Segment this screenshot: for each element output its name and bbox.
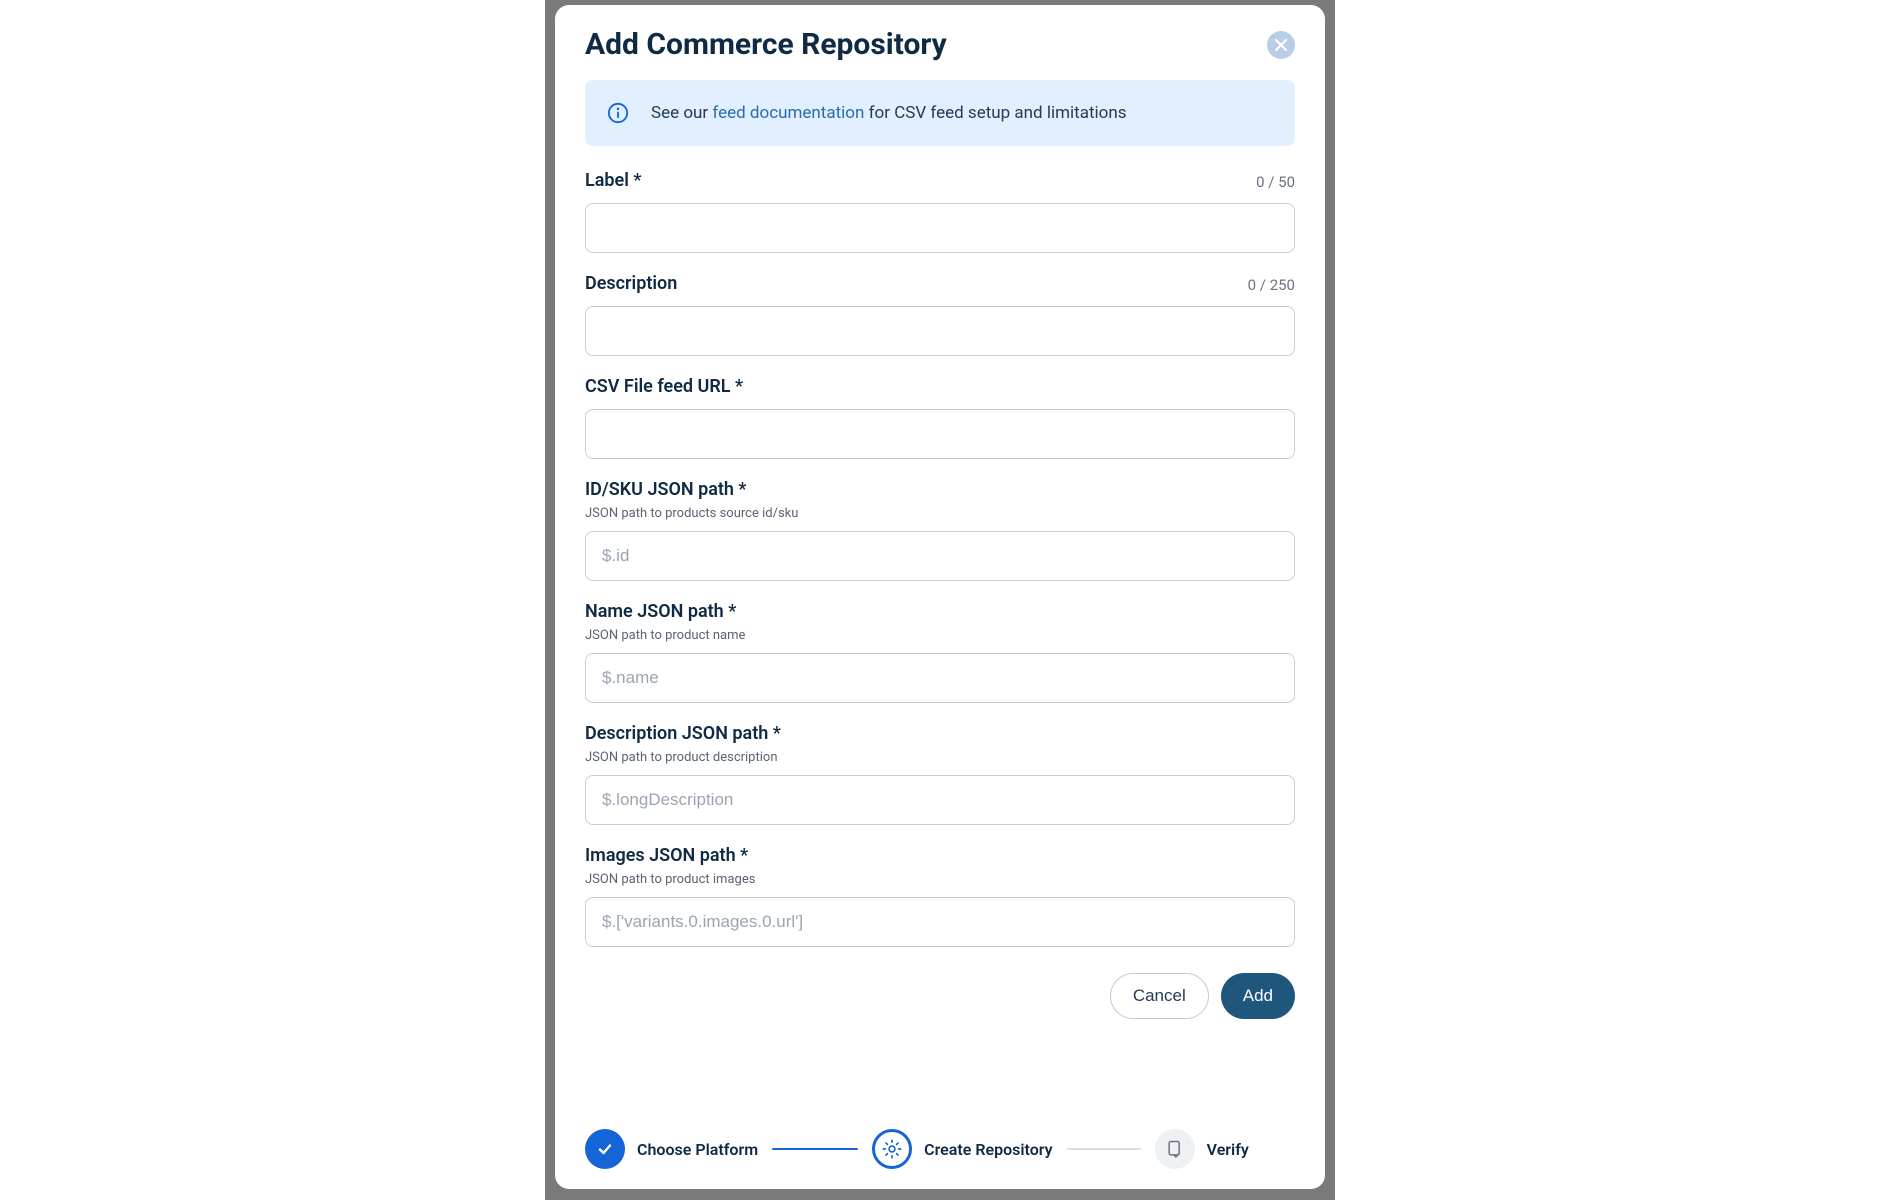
images-field-help: JSON path to product images	[585, 872, 1295, 887]
step-connector-1	[772, 1148, 858, 1150]
label-field-counter: 0 / 50	[1256, 173, 1295, 191]
info-text-prefix: See our	[651, 103, 712, 123]
cancel-button[interactable]: Cancel	[1110, 973, 1209, 1019]
id-sku-field-label: ID/SKU JSON path *	[585, 479, 747, 500]
name-field-help: JSON path to product name	[585, 628, 1295, 643]
id-sku-field-help: JSON path to products source id/sku	[585, 506, 1295, 521]
description-field-label: Description	[585, 273, 677, 294]
csv-url-input[interactable]	[585, 409, 1295, 459]
description-input[interactable]	[585, 306, 1295, 356]
field-csv-url: CSV File feed URL *	[585, 376, 1295, 459]
label-field-label: Label *	[585, 170, 641, 191]
field-description: Description 0 / 250	[585, 273, 1295, 356]
document-check-icon	[1165, 1139, 1185, 1159]
close-icon	[1274, 38, 1288, 52]
add-button[interactable]: Add	[1221, 973, 1295, 1019]
name-input[interactable]	[585, 653, 1295, 703]
field-desc-path: Description JSON path * JSON path to pro…	[585, 723, 1295, 825]
desc-path-input[interactable]	[585, 775, 1295, 825]
check-icon	[596, 1140, 614, 1158]
desc-path-field-label: Description JSON path *	[585, 723, 781, 744]
step-connector-2	[1067, 1148, 1141, 1150]
modal-header: Add Commerce Repository	[585, 27, 1295, 62]
info-text: See our feed documentation for CSV feed …	[651, 103, 1127, 123]
step-create-repository-circle	[872, 1129, 912, 1169]
step-choose-platform: Choose Platform	[585, 1129, 758, 1169]
step-verify-label: Verify	[1207, 1140, 1249, 1159]
id-sku-input[interactable]	[585, 531, 1295, 581]
field-label: Label * 0 / 50	[585, 170, 1295, 253]
info-text-suffix: for CSV feed setup and limitations	[864, 103, 1126, 123]
step-create-repository-label: Create Repository	[924, 1140, 1053, 1159]
label-input[interactable]	[585, 203, 1295, 253]
stepper: Choose Platform Create Repository	[585, 1129, 1295, 1169]
info-banner: See our feed documentation for CSV feed …	[585, 80, 1295, 146]
close-button[interactable]	[1267, 31, 1295, 59]
images-field-label: Images JSON path *	[585, 845, 748, 866]
step-verify-circle	[1155, 1129, 1195, 1169]
step-choose-platform-label: Choose Platform	[637, 1140, 758, 1159]
step-verify: Verify	[1155, 1129, 1249, 1169]
step-choose-platform-circle	[585, 1129, 625, 1169]
field-name-path: Name JSON path * JSON path to product na…	[585, 601, 1295, 703]
modal-actions: Cancel Add	[585, 973, 1295, 1019]
description-field-counter: 0 / 250	[1248, 276, 1295, 294]
csv-url-field-label: CSV File feed URL *	[585, 376, 743, 397]
gear-icon	[881, 1138, 903, 1160]
feed-documentation-link[interactable]: feed documentation	[712, 103, 864, 123]
name-field-label: Name JSON path *	[585, 601, 736, 622]
info-icon	[607, 102, 629, 124]
modal-title: Add Commerce Repository	[585, 27, 947, 62]
desc-path-field-help: JSON path to product description	[585, 750, 1295, 765]
images-input[interactable]	[585, 897, 1295, 947]
add-commerce-repository-modal: Add Commerce Repository See our feed doc…	[555, 5, 1325, 1189]
field-images-path: Images JSON path * JSON path to product …	[585, 845, 1295, 947]
field-id-sku-path: ID/SKU JSON path * JSON path to products…	[585, 479, 1295, 581]
step-create-repository: Create Repository	[872, 1129, 1053, 1169]
